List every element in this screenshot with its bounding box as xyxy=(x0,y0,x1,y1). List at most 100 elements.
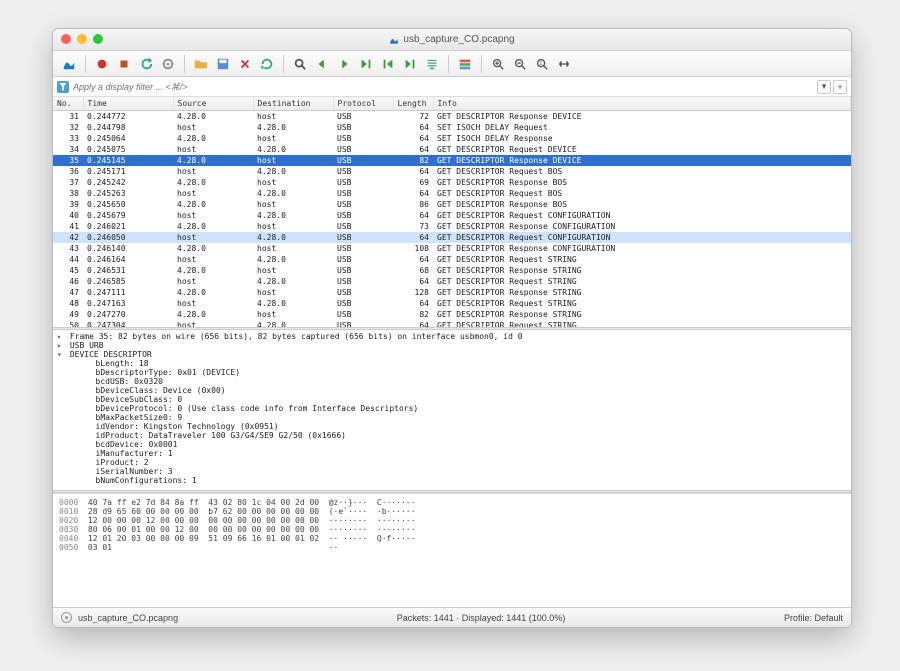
tree-field[interactable]: bLength: 18 xyxy=(57,359,847,368)
packet-row[interactable]: 380.245263host4.28.0USB64GET DESCRIPTOR … xyxy=(53,188,851,199)
col-source[interactable]: Source xyxy=(173,97,253,111)
reload-button[interactable] xyxy=(257,54,277,74)
hex-line[interactable]: 0050 03 01 ·· xyxy=(59,543,845,552)
packet-row[interactable]: 350.2451454.28.0hostUSB82GET DESCRIPTOR … xyxy=(53,155,851,166)
minimize-button[interactable] xyxy=(77,34,87,44)
cell: host xyxy=(253,133,333,144)
find-button[interactable] xyxy=(290,54,310,74)
tree-field[interactable]: idVendor: Kingston Technology (0x0951) xyxy=(57,422,847,431)
packet-row[interactable]: 440.246164host4.28.0USB64GET DESCRIPTOR … xyxy=(53,254,851,265)
packet-row[interactable]: 500.247304host4.28.0USB64GET DESCRIPTOR … xyxy=(53,320,851,327)
filter-expr-button[interactable]: ▾ xyxy=(817,80,831,94)
cell: USB xyxy=(333,166,393,177)
cell: 82 xyxy=(393,155,433,166)
zoom-in-button[interactable] xyxy=(488,54,508,74)
cell: 0.246164 xyxy=(83,254,173,265)
window-title: usb_capture_CO.pcapng xyxy=(403,34,514,45)
hex-line[interactable]: 0000 40 7a ff e2 7d 84 8a ff 43 02 80 1c… xyxy=(59,498,845,507)
packet-row[interactable]: 340.245075host4.28.0USB64GET DESCRIPTOR … xyxy=(53,144,851,155)
cell: GET DESCRIPTOR Request STRING xyxy=(433,298,851,309)
packet-row[interactable]: 310.2447724.28.0hostUSB72GET DESCRIPTOR … xyxy=(53,111,851,123)
col-time[interactable]: Time xyxy=(83,97,173,111)
col-destination[interactable]: Destination xyxy=(253,97,333,111)
col-info[interactable]: Info xyxy=(433,97,851,111)
cell: 4.28.0 xyxy=(173,155,253,166)
hex-line[interactable]: 0030 80 06 00 01 00 00 12 00 00 00 00 00… xyxy=(59,525,845,534)
tree-field[interactable]: bMaxPacketSize0: 9 xyxy=(57,413,847,422)
go-prev-button[interactable] xyxy=(312,54,332,74)
tree-field[interactable]: bDeviceClass: Device (0x00) xyxy=(57,386,847,395)
record-button[interactable] xyxy=(92,54,112,74)
zoom-button[interactable] xyxy=(93,34,103,44)
close-button[interactable] xyxy=(61,34,71,44)
hex-line[interactable]: 0040 12 01 20 03 00 00 00 09 51 09 66 16… xyxy=(59,534,845,543)
cell: 4.28.0 xyxy=(173,111,253,123)
packet-row[interactable]: 360.245171host4.28.0USB64GET DESCRIPTOR … xyxy=(53,166,851,177)
cell: 0.245242 xyxy=(83,177,173,188)
packet-row[interactable]: 390.2456504.28.0hostUSB86GET DESCRIPTOR … xyxy=(53,199,851,210)
packet-row[interactable]: 420.246050host4.28.0USB64GET DESCRIPTOR … xyxy=(53,232,851,243)
filter-add-button[interactable]: + xyxy=(833,80,847,94)
packet-row[interactable]: 320.244798host4.28.0USB64SET ISOCH DELAY… xyxy=(53,122,851,133)
tree-field[interactable]: iProduct: 2 xyxy=(57,458,847,467)
packet-row[interactable]: 330.2450644.28.0hostUSB64SET ISOCH DELAY… xyxy=(53,133,851,144)
start-capture-button[interactable] xyxy=(59,54,79,74)
packet-row[interactable]: 450.2465314.28.0hostUSB68GET DESCRIPTOR … xyxy=(53,265,851,276)
tree-field[interactable]: idProduct: DataTraveler 100 G3/G4/SE9 G2… xyxy=(57,431,847,440)
zoom-out-button[interactable] xyxy=(510,54,530,74)
packet-row[interactable]: 410.2460214.28.0hostUSB73GET DESCRIPTOR … xyxy=(53,221,851,232)
cell: GET DESCRIPTOR Request STRING xyxy=(433,276,851,287)
cell: 0.245679 xyxy=(83,210,173,221)
hex-line[interactable]: 0020 12 00 00 00 12 00 00 00 00 00 00 00… xyxy=(59,516,845,525)
tree-field[interactable]: iManufacturer: 1 xyxy=(57,449,847,458)
colorize-button[interactable] xyxy=(455,54,475,74)
cell: host xyxy=(253,243,333,254)
tree-field[interactable]: bDescriptorType: 0x01 (DEVICE) xyxy=(57,368,847,377)
go-to-button[interactable] xyxy=(356,54,376,74)
status-profile[interactable]: Profile: Default xyxy=(784,613,843,623)
tree-field[interactable]: bNumConfigurations: 1 xyxy=(57,476,847,485)
go-last-button[interactable] xyxy=(400,54,420,74)
packet-details-pane[interactable]: ▸ Frame 35: 82 bytes on wire (656 bits),… xyxy=(53,330,851,490)
expert-info-icon[interactable] xyxy=(61,612,72,623)
go-first-button[interactable] xyxy=(378,54,398,74)
stop-button[interactable] xyxy=(114,54,134,74)
packet-list-pane[interactable]: No.TimeSourceDestinationProtocolLengthIn… xyxy=(53,97,851,327)
options-button[interactable] xyxy=(158,54,178,74)
tree-field[interactable]: bcdDevice: 0x0001 xyxy=(57,440,847,449)
tree-devdesc[interactable]: ▾ DEVICE DESCRIPTOR xyxy=(57,350,847,359)
go-next-button[interactable] xyxy=(334,54,354,74)
tree-field[interactable]: bDeviceSubClass: 0 xyxy=(57,395,847,404)
col-no[interactable]: No. xyxy=(53,97,83,111)
cell: host xyxy=(253,155,333,166)
packet-row[interactable]: 490.2472704.28.0hostUSB82GET DESCRIPTOR … xyxy=(53,309,851,320)
packet-row[interactable]: 430.2461404.28.0hostUSB108GET DESCRIPTOR… xyxy=(53,243,851,254)
save-button[interactable] xyxy=(213,54,233,74)
packet-row[interactable]: 480.247163host4.28.0USB64GET DESCRIPTOR … xyxy=(53,298,851,309)
restart-button[interactable] xyxy=(136,54,156,74)
auto-scroll-button[interactable] xyxy=(422,54,442,74)
col-length[interactable]: Length xyxy=(393,97,433,111)
tree-field[interactable]: bcdUSB: 0x0320 xyxy=(57,377,847,386)
zoom-reset-button[interactable]: 1 xyxy=(532,54,552,74)
cell: host xyxy=(173,144,253,155)
resize-cols-button[interactable] xyxy=(554,54,574,74)
close-file-button[interactable] xyxy=(235,54,255,74)
tree-frame[interactable]: ▸ Frame 35: 82 bytes on wire (656 bits),… xyxy=(57,332,847,341)
display-filter-input[interactable] xyxy=(73,82,813,92)
open-button[interactable] xyxy=(191,54,211,74)
cell: USB xyxy=(333,111,393,123)
filter-icon[interactable] xyxy=(57,81,69,93)
packet-row[interactable]: 470.2471114.28.0hostUSB128GET DESCRIPTOR… xyxy=(53,287,851,298)
packet-bytes-pane[interactable]: 0000 40 7a ff e2 7d 84 8a ff 43 02 80 1c… xyxy=(53,493,851,607)
cell: 69 xyxy=(393,177,433,188)
packet-row[interactable]: 400.245679host4.28.0USB64GET DESCRIPTOR … xyxy=(53,210,851,221)
tree-field[interactable]: bDeviceProtocol: 0 (Use class code info … xyxy=(57,404,847,413)
packet-row[interactable]: 370.2452424.28.0hostUSB69GET DESCRIPTOR … xyxy=(53,177,851,188)
tree-field[interactable]: iSerialNumber: 3 xyxy=(57,467,847,476)
cell: host xyxy=(253,177,333,188)
col-protocol[interactable]: Protocol xyxy=(333,97,393,111)
hex-line[interactable]: 0010 28 d9 65 60 00 00 00 00 b7 62 00 00… xyxy=(59,507,845,516)
tree-usburb[interactable]: ▸ USB URB xyxy=(57,341,847,350)
packet-row[interactable]: 460.246585host4.28.0USB64GET DESCRIPTOR … xyxy=(53,276,851,287)
